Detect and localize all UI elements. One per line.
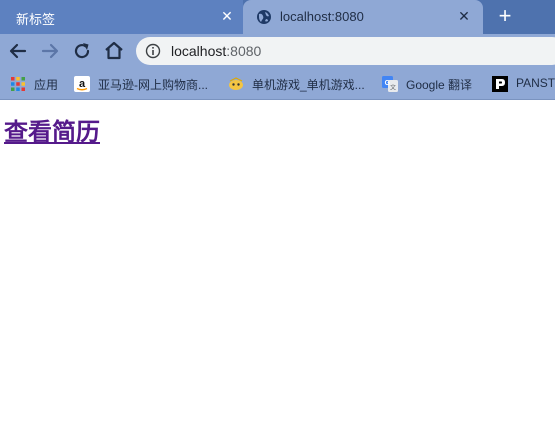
amazon-icon: a (74, 76, 90, 92)
view-resume-link[interactable]: 查看简历 (4, 112, 100, 147)
page-content: 查看简历 (0, 100, 555, 425)
game-site-icon (229, 77, 243, 90)
toolbar: localhost:8080 (0, 34, 555, 68)
apps-grid-icon (11, 77, 25, 91)
bookmark-label: Google 翻译 (406, 78, 473, 92)
home-button[interactable] (102, 39, 126, 63)
tab-title: 新标签 (16, 12, 56, 27)
panst-icon (492, 76, 508, 92)
browser-window: 新标签 ✕ localhost:8080 ✕ + localhost:8080 … (0, 0, 555, 425)
tab-title: localhost:8080 (280, 9, 364, 24)
globe-icon (257, 10, 271, 24)
close-tab-icon[interactable]: ✕ (217, 6, 237, 26)
tab-new-tab[interactable]: 新标签 ✕ (0, 0, 243, 34)
back-button[interactable] (6, 39, 30, 63)
url-text[interactable]: localhost:8080 (171, 43, 261, 59)
google-translate-icon: G 文 (382, 76, 398, 92)
svg-text:a: a (79, 78, 86, 90)
info-icon[interactable] (145, 43, 161, 59)
close-tab-icon[interactable]: ✕ (454, 6, 474, 26)
bookmark-label: 亚马逊-网上购物商... (98, 78, 208, 92)
bookmark-label: 应用 (34, 78, 59, 92)
reload-icon (74, 43, 90, 59)
bookmark-label: 单机游戏_单机游戏... (252, 78, 365, 92)
svg-text:文: 文 (390, 84, 396, 92)
forward-button[interactable] (38, 39, 62, 63)
back-arrow-icon (9, 43, 27, 59)
url-host: localhost (171, 43, 227, 59)
address-bar[interactable]: localhost:8080 (136, 37, 555, 65)
forward-arrow-icon (41, 43, 59, 59)
tab-localhost[interactable]: localhost:8080 ✕ (243, 0, 483, 34)
bookmark-label: PANST (516, 76, 555, 90)
reload-button[interactable] (70, 39, 94, 63)
tab-strip: 新标签 ✕ localhost:8080 ✕ + (0, 0, 555, 34)
bookmarks-bar: 应用 a 亚马逊-网上购物商... 单机游戏_单机游戏... G 文 Googl… (0, 68, 555, 100)
new-tab-button[interactable]: + (493, 5, 517, 29)
url-port: :8080 (226, 43, 262, 59)
home-icon (105, 41, 123, 60)
